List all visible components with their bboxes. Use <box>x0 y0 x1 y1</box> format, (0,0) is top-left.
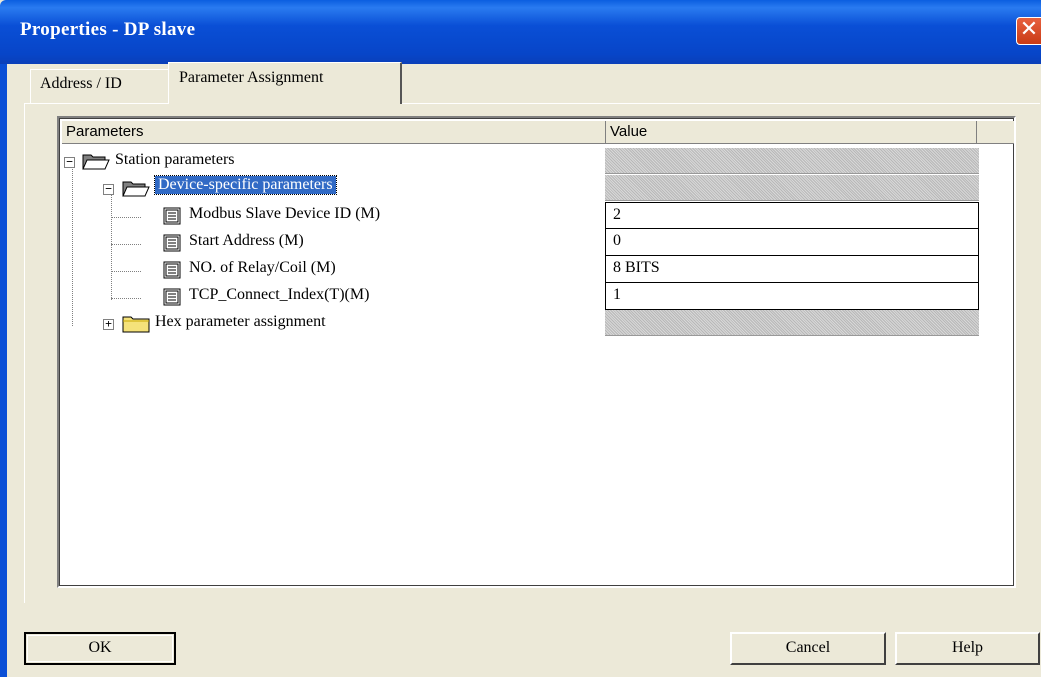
close-icon: ✕ <box>1019 17 1039 42</box>
help-button[interactable]: Help <box>895 632 1040 665</box>
tree-row-label: Hex parameter assignment <box>155 313 326 330</box>
tree-row-start-address[interactable]: Start Address (M) 0 <box>59 229 1014 256</box>
value-field[interactable]: 8 BITS <box>605 256 979 283</box>
close-button[interactable]: ✕ <box>1016 17 1041 45</box>
ok-button[interactable]: OK <box>24 632 176 665</box>
parameter-icon <box>163 207 181 225</box>
tree-row-label: TCP_Connect_Index(T)(M) <box>189 286 370 303</box>
tree-row-modbus-slave-device-id[interactable]: Modbus Slave Device ID (M) 2 <box>59 202 1014 229</box>
tree-row-label: NO. of Relay/Coil (M) <box>189 259 336 276</box>
parameter-tree[interactable]: Parameters Value − Station parameters − … <box>57 116 1016 588</box>
collapse-icon[interactable]: − <box>64 156 75 168</box>
tree-row-station-parameters[interactable]: − Station parameters <box>59 148 1014 175</box>
parameter-icon <box>163 234 181 252</box>
column-header-parameters[interactable]: Parameters <box>62 121 606 144</box>
cancel-button[interactable]: Cancel <box>730 632 886 665</box>
closed-folder-icon <box>122 316 150 333</box>
window-frame-edge <box>0 64 7 677</box>
expand-icon[interactable]: + <box>103 318 114 330</box>
value-field[interactable]: 0 <box>605 229 979 256</box>
tab-parameter-assignment[interactable]: Parameter Assignment <box>168 62 402 104</box>
tab-address-id-label: Address / ID <box>40 75 122 92</box>
value-field[interactable]: 1 <box>605 283 979 310</box>
value-cell-disabled <box>605 175 979 201</box>
tree-row-hex-parameter-assignment[interactable]: + Hex parameter assignment <box>59 310 1014 337</box>
value-cell-disabled <box>605 148 979 174</box>
tree-row-label: Device-specific parameters <box>154 175 337 195</box>
parameter-icon <box>163 261 181 279</box>
tree-row-label: Station parameters <box>115 151 235 168</box>
tab-address-id[interactable]: Address / ID <box>30 69 168 103</box>
tree-row-tcp-connect-index[interactable]: TCP_Connect_Index(T)(M) 1 <box>59 283 1014 310</box>
open-folder-icon <box>82 154 110 170</box>
tree-row-relay-coil-count[interactable]: NO. of Relay/Coil (M) 8 BITS <box>59 256 1014 283</box>
open-folder-icon <box>122 181 150 197</box>
tree-row-label: Modbus Slave Device ID (M) <box>189 205 381 222</box>
value-field[interactable]: 2 <box>605 202 979 229</box>
window-title: Properties - DP slave <box>20 19 196 40</box>
title-bar[interactable]: Properties - DP slave ✕ <box>0 0 1041 64</box>
parameter-icon <box>163 288 181 306</box>
tree-row-device-specific-parameters[interactable]: − Device-specific parameters <box>59 175 1014 202</box>
tab-parameter-assignment-label: Parameter Assignment <box>179 69 324 86</box>
column-header-filler <box>977 121 1014 144</box>
tree-row-label: Start Address (M) <box>189 232 304 249</box>
collapse-icon[interactable]: − <box>103 183 114 195</box>
value-cell-disabled <box>605 310 979 336</box>
column-header-value[interactable]: Value <box>606 121 977 144</box>
